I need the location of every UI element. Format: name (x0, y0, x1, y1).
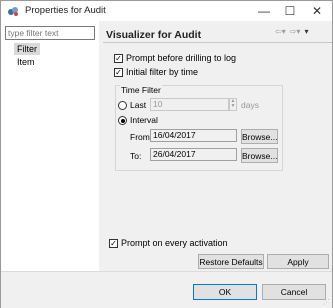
sidebar-item-item[interactable]: Item (14, 56, 38, 68)
app-icon (8, 7, 18, 16)
from-browse-button[interactable]: Browse... (241, 129, 278, 144)
time-filter-group-label: Time Filter (120, 85, 162, 96)
prompt-drill-label: Prompt before drilling to log (126, 53, 237, 63)
minimize-button[interactable]: — (250, 1, 278, 21)
page-navigation: ⇦▾ ⇨▾ ▾ (275, 27, 308, 36)
days-spinner[interactable]: ▲ ▼ (229, 98, 237, 111)
from-date-field[interactable]: 16/04/2017 (150, 129, 237, 142)
title-separator (103, 42, 332, 43)
prompt-drill-checkbox[interactable]: ✓ (114, 54, 123, 63)
filter-input[interactable] (5, 26, 95, 40)
preference-page: Visualizer for Audit ⇦▾ ⇨▾ ▾ ✓ Prompt be… (103, 21, 332, 271)
maximize-button[interactable]: ☐ (276, 1, 304, 21)
last-label: Last (130, 100, 147, 110)
dialog-footer: OK Cancel ⋰ (1, 271, 332, 308)
back-arrow-icon[interactable]: ⇦▾ (275, 27, 286, 36)
properties-dialog: Properties for Audit — ☐ ✕ Filter Item V… (0, 0, 333, 308)
from-label: From: (130, 132, 153, 142)
view-menu-icon[interactable]: ▾ (304, 27, 308, 36)
to-browse-button[interactable]: Browse... (241, 148, 278, 163)
cancel-button[interactable]: Cancel (262, 284, 326, 300)
restore-defaults-button[interactable]: Restore Defaults (198, 254, 264, 269)
dialog-content: Filter Item Visualizer for Audit ⇦▾ ⇨▾ ▾… (1, 21, 332, 271)
window-title: Properties for Audit (25, 5, 106, 16)
close-button[interactable]: ✕ (303, 1, 331, 21)
initial-filter-checkbox[interactable]: ✓ (114, 68, 123, 77)
prompt-activation-checkbox[interactable]: ✓ (109, 239, 118, 248)
interval-label: Interval (130, 115, 158, 125)
last-radio[interactable] (118, 101, 127, 110)
interval-radio[interactable] (118, 116, 127, 125)
last-days-input[interactable]: 10 (150, 98, 229, 111)
to-label: To: (130, 151, 142, 161)
to-date-field[interactable]: 26/04/2017 (150, 148, 237, 161)
days-unit-label: days (241, 100, 259, 110)
sidebar: Filter Item (1, 21, 99, 271)
prompt-activation-label: Prompt on every activation (121, 238, 228, 248)
initial-filter-label: Initial filter by time (126, 67, 199, 77)
title-bar: Properties for Audit — ☐ ✕ (1, 1, 332, 21)
sidebar-item-filter[interactable]: Filter (14, 43, 40, 55)
forward-arrow-icon[interactable]: ⇨▾ (290, 27, 301, 36)
resize-grip-icon[interactable]: ⋰ (323, 298, 330, 306)
ok-button[interactable]: OK (193, 284, 257, 300)
apply-button[interactable]: Apply (267, 254, 329, 269)
page-title: Visualizer for Audit (106, 29, 202, 41)
